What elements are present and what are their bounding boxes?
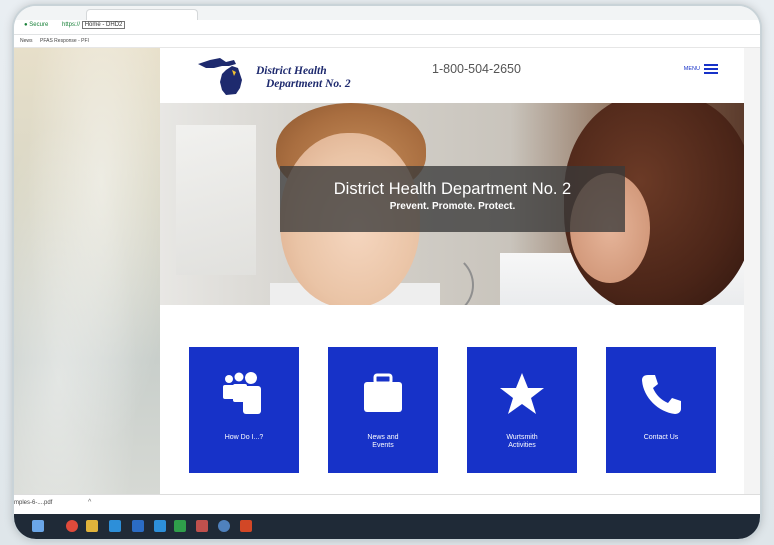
bookmark-news[interactable]: News: [20, 38, 33, 44]
os-taskbar: [14, 514, 760, 539]
people-icon: [223, 372, 261, 414]
start-icon[interactable]: [32, 520, 44, 532]
logo-line-1: District Health: [256, 65, 327, 77]
app-icon[interactable]: [218, 520, 230, 532]
address-bar[interactable]: ● Secure https:// Home - DHD2: [14, 20, 760, 35]
page-background-right: [744, 48, 760, 494]
card-news-events[interactable]: News and Events: [328, 347, 438, 473]
hero-tagline: Prevent. Promote. Protect.: [389, 201, 516, 212]
briefcase-icon: [364, 373, 402, 412]
browser-tab-strip: [14, 6, 760, 21]
card-contact-us[interactable]: Contact Us: [606, 347, 716, 473]
card-how-do-i[interactable]: How Do I...?: [189, 347, 299, 473]
folder-icon[interactable]: [86, 520, 98, 532]
card-wurtsmith[interactable]: Wurtsmith Activities: [467, 347, 577, 473]
app-icon[interactable]: [196, 520, 208, 532]
app-icon[interactable]: [154, 520, 166, 532]
logo-line-2: Department No. 2: [266, 78, 351, 90]
stethoscope: [410, 253, 474, 305]
card-label: Wurtsmith Activities: [506, 434, 538, 449]
url-text[interactable]: https:// Home - DHD2: [62, 21, 126, 29]
powerpoint-icon[interactable]: [240, 520, 252, 532]
menu-button[interactable]: MENU: [684, 64, 718, 74]
star-icon: [500, 373, 544, 414]
app-icon[interactable]: [109, 520, 121, 532]
card-label: How Do I...?: [224, 434, 264, 441]
michigan-logo-icon[interactable]: [196, 54, 256, 96]
chrome-icon[interactable]: [66, 520, 78, 532]
url-prefix: https://: [62, 22, 81, 28]
website: District Health Department No. 2 1-800-5…: [160, 48, 744, 494]
download-item[interactable]: mples-6-....pdf: [14, 500, 52, 506]
quick-links: How Do I...? News and Events Wurtsmith Act…: [189, 347, 719, 473]
hero-banner: District Health Department No. 2 Prevent…: [160, 103, 744, 305]
menu-label: MENU: [683, 66, 700, 72]
monitor-frame: ● Secure https:// Home - DHD2 News PFAS …: [14, 6, 760, 539]
card-label: News and Events: [367, 434, 399, 449]
hero-caption: District Health Department No. 2 Prevent…: [280, 166, 625, 232]
excel-icon[interactable]: [174, 520, 186, 532]
page-background-left: [14, 48, 160, 494]
secure-indicator: ● Secure: [24, 22, 49, 28]
downloads-bar: mples-6-....pdf ^: [14, 494, 760, 515]
hero-window: [176, 125, 256, 275]
bookmarks-bar: News PFAS Response - PFI: [14, 35, 760, 48]
hamburger-icon: [704, 64, 718, 74]
site-header: District Health Department No. 2 1-800-5…: [160, 48, 744, 103]
phone-number[interactable]: 1-800-504-2650: [432, 62, 521, 76]
bookmark-pfas[interactable]: PFAS Response - PFI: [40, 38, 89, 44]
word-icon[interactable]: [132, 520, 144, 532]
phone-icon: [642, 375, 681, 414]
chevron-up-icon[interactable]: ^: [88, 499, 91, 506]
url-tab-title: Home - DHD2: [81, 21, 126, 29]
card-label: Contact Us: [643, 434, 679, 441]
hero-title: District Health Department No. 2: [333, 180, 572, 198]
site-logo-text[interactable]: District Health Department No. 2: [256, 65, 351, 91]
